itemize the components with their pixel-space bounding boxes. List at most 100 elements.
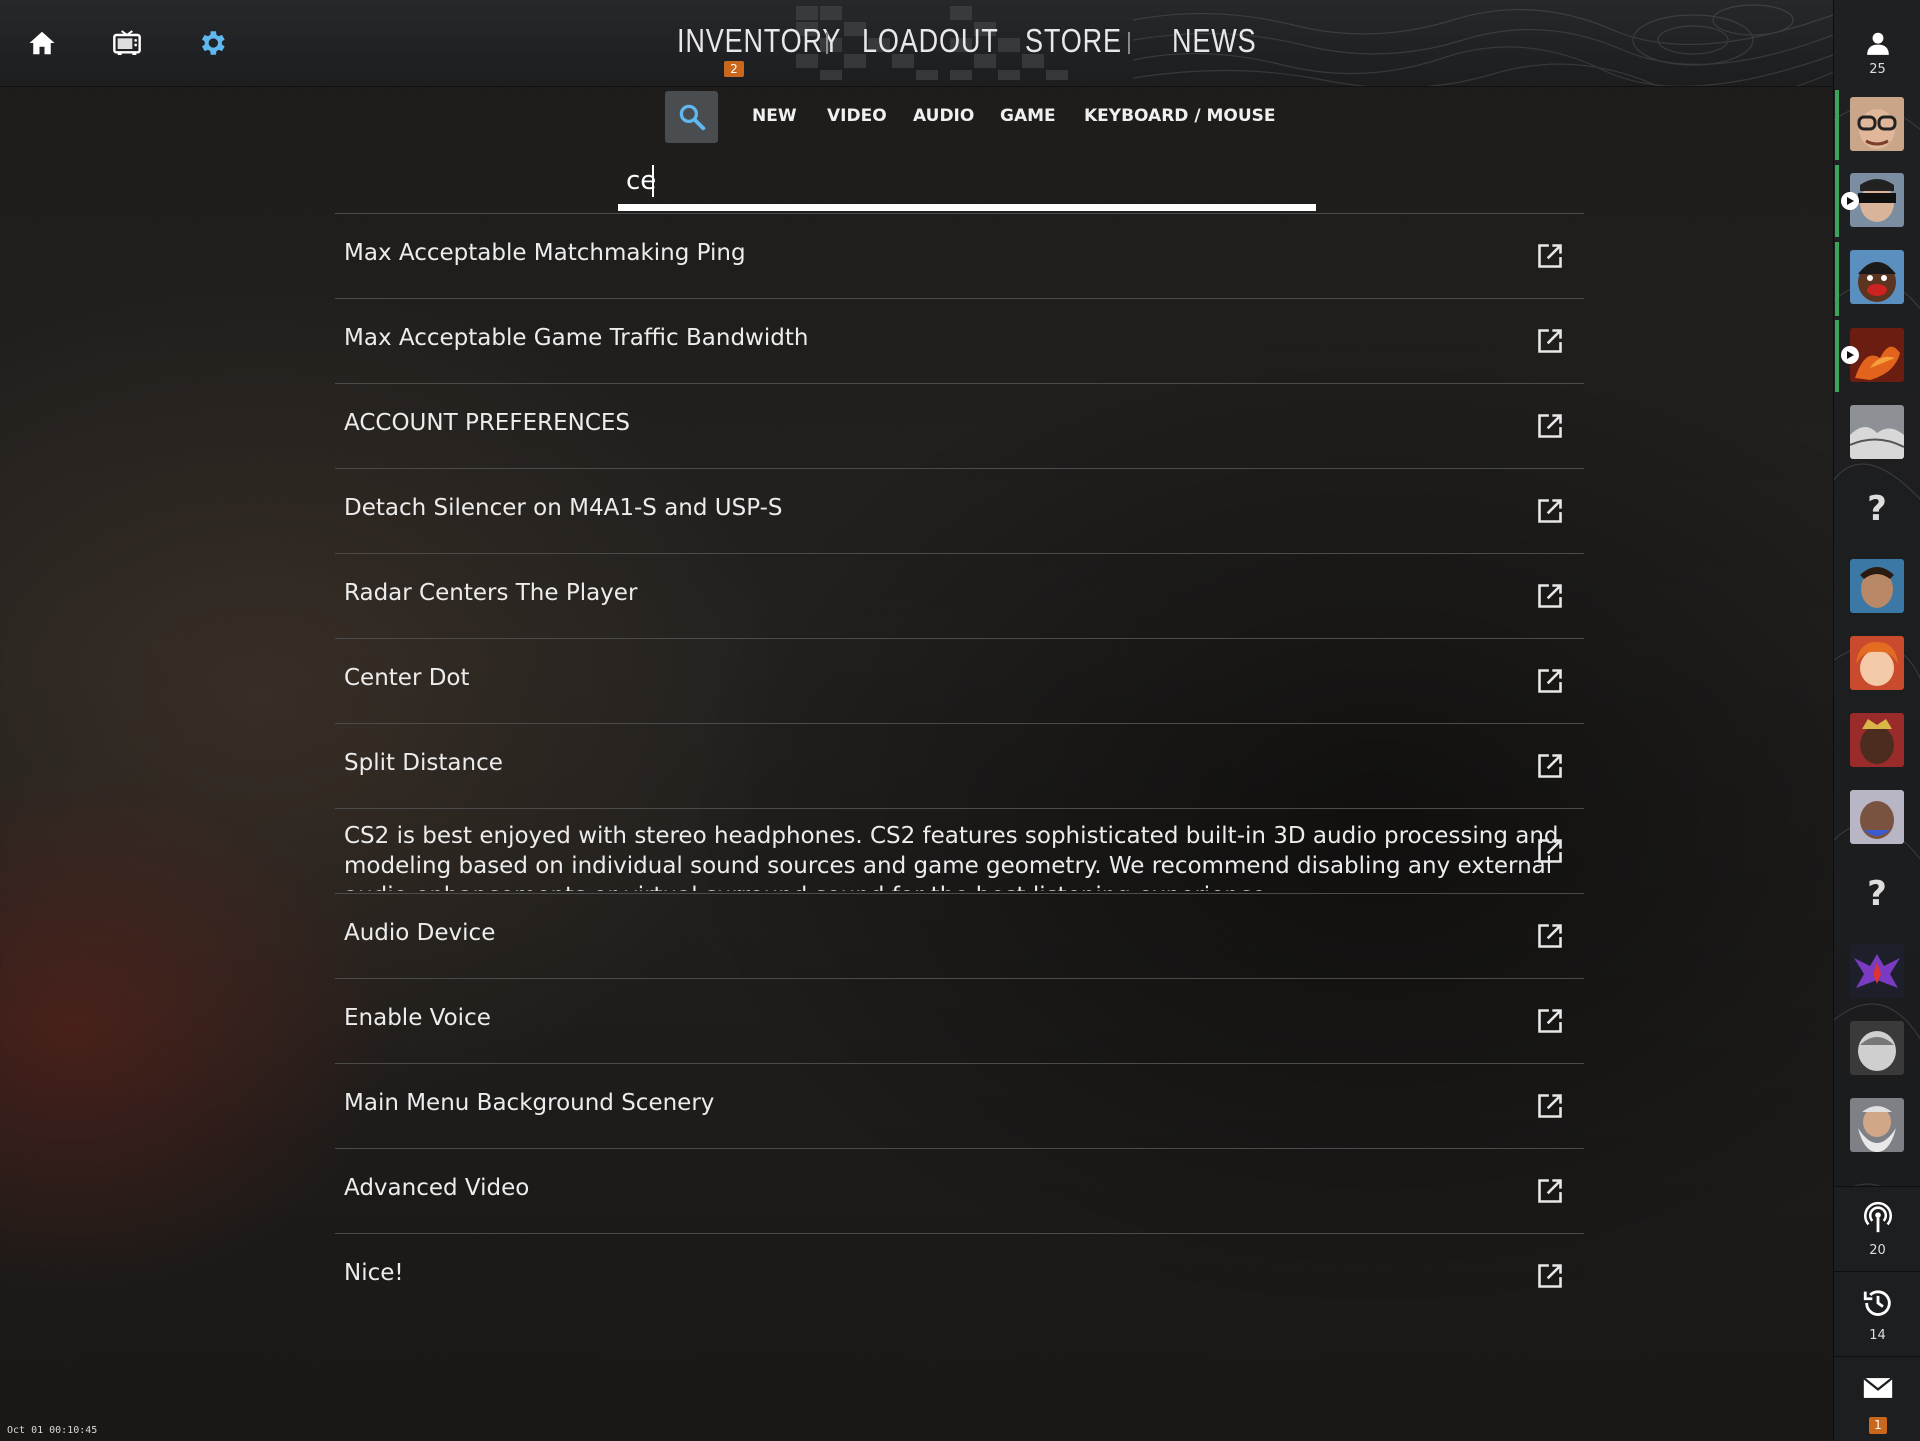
open-link-icon (1538, 584, 1562, 608)
recent-count: 14 (1869, 1328, 1886, 1343)
avatar-image (1850, 944, 1904, 998)
result-label: Max Acceptable Game Traffic Bandwidth (344, 325, 809, 351)
result-row[interactable]: Enable Voice (335, 978, 1584, 1063)
tab-new[interactable]: NEW (752, 106, 797, 126)
open-link-icon (1538, 1179, 1562, 1203)
text-cursor (652, 165, 654, 197)
tab-loadout[interactable]: LOADOUT (862, 22, 999, 60)
online-indicator (1835, 165, 1839, 237)
open-link-icon (1538, 414, 1562, 438)
open-link-icon (1538, 924, 1562, 948)
result-row[interactable]: Center Dot (335, 638, 1584, 723)
playing-indicator (1841, 192, 1859, 210)
friend-avatar[interactable] (1850, 97, 1904, 151)
search-results-list: Max Acceptable Matchmaking Ping Max Acce… (335, 213, 1584, 1318)
nav-separator (826, 32, 828, 54)
result-label: Split Distance (344, 750, 503, 776)
avatar-image (1850, 97, 1904, 151)
result-label: Advanced Video (344, 1175, 530, 1201)
open-link-icon (1538, 499, 1562, 523)
unknown-friend-avatar[interactable]: ? (1850, 482, 1904, 536)
friend-avatar[interactable] (1850, 790, 1904, 844)
result-label: Radar Centers The Player (344, 580, 638, 606)
result-row[interactable]: Max Acceptable Game Traffic Bandwidth (335, 298, 1584, 383)
mail-icon (1863, 1377, 1893, 1398)
friend-avatar[interactable] (1850, 944, 1904, 998)
open-link-icon (1538, 1264, 1562, 1288)
result-label: CS2 is best enjoyed with stereo headphon… (344, 823, 1559, 891)
open-link-icon (1538, 1009, 1562, 1033)
friend-avatar[interactable] (1850, 250, 1904, 304)
history-icon (1863, 1290, 1891, 1316)
inventory-badge: 2 (724, 61, 744, 77)
avatar-image (1850, 1021, 1904, 1075)
open-link-icon (1538, 669, 1562, 693)
result-label: Nice! (344, 1260, 404, 1286)
play-icon (1847, 351, 1854, 359)
friends-count: 25 (1869, 62, 1886, 77)
clock-readout: Oct 01 00:10:45 (7, 1425, 98, 1436)
result-row[interactable]: Nice! (335, 1233, 1584, 1318)
friend-avatar[interactable] (1850, 636, 1904, 690)
playing-indicator (1841, 346, 1859, 364)
tab-news[interactable]: NEWS (1172, 22, 1256, 60)
avatar-image (1850, 405, 1904, 459)
search-icon (679, 104, 705, 131)
mail-button[interactable]: 1 (1834, 1356, 1920, 1441)
friend-avatar[interactable] (1850, 713, 1904, 767)
open-link-icon (1538, 754, 1562, 778)
online-indicator (1835, 320, 1839, 392)
friends-button[interactable]: 25 (1834, 24, 1920, 80)
nav-separator (1128, 32, 1130, 54)
result-row[interactable]: Advanced Video (335, 1148, 1584, 1233)
result-label: Enable Voice (344, 1005, 491, 1031)
tab-video[interactable]: VIDEO (827, 106, 887, 126)
friend-avatar[interactable] (1850, 559, 1904, 613)
avatar-image (1850, 713, 1904, 767)
friend-avatar[interactable] (1850, 1098, 1904, 1152)
result-row[interactable]: ACCOUNT PREFERENCES (335, 383, 1584, 468)
tab-keyboard-mouse[interactable]: KEYBOARD / MOUSE (1084, 106, 1275, 126)
avatar-image (1850, 636, 1904, 690)
open-link-icon (1538, 329, 1562, 353)
tab-game[interactable]: GAME (1000, 106, 1056, 126)
main-navigation: INVENTORY 2 LOADOUT STORE NEWS (0, 0, 1833, 86)
result-label: Center Dot (344, 665, 470, 691)
broadcast-count: 20 (1869, 1243, 1886, 1258)
result-label: Main Menu Background Scenery (344, 1090, 715, 1116)
friends-sidebar: 25 ? ? 20 14 1 (1833, 0, 1920, 1441)
broadcast-button[interactable]: 20 (1834, 1186, 1920, 1271)
result-row[interactable]: Split Distance (335, 723, 1584, 808)
settings-search-input[interactable] (618, 158, 1316, 211)
friend-avatar[interactable] (1850, 1021, 1904, 1075)
recent-button[interactable]: 14 (1834, 1271, 1920, 1356)
person-icon (1867, 32, 1889, 55)
result-row[interactable]: Detach Silencer on M4A1-S and USP-S (335, 468, 1584, 553)
result-label: Detach Silencer on M4A1-S and USP-S (344, 495, 783, 521)
result-row[interactable]: Radar Centers The Player (335, 553, 1584, 638)
avatar-image (1850, 1098, 1904, 1152)
avatar-image (1850, 250, 1904, 304)
result-label: ACCOUNT PREFERENCES (344, 410, 631, 436)
open-link-icon (1538, 244, 1562, 268)
tab-inventory[interactable]: INVENTORY (677, 22, 841, 60)
mail-badge: 1 (1869, 1417, 1887, 1434)
unknown-friend-avatar[interactable]: ? (1850, 867, 1904, 921)
open-link-icon (1538, 1094, 1562, 1118)
tab-audio[interactable]: AUDIO (913, 106, 974, 126)
online-indicator (1835, 90, 1839, 160)
top-bar: INVENTORY 2 LOADOUT STORE NEWS (0, 0, 1833, 87)
result-row[interactable]: Main Menu Background Scenery (335, 1063, 1584, 1148)
open-link-icon (1538, 839, 1562, 863)
tab-store[interactable]: STORE (1025, 22, 1122, 60)
play-icon (1847, 197, 1854, 205)
result-label: Max Acceptable Matchmaking Ping (344, 240, 746, 266)
friend-avatar[interactable] (1850, 405, 1904, 459)
result-row[interactable]: CS2 is best enjoyed with stereo headphon… (335, 808, 1584, 893)
avatar-image (1850, 559, 1904, 613)
avatar-image (1850, 790, 1904, 844)
result-row[interactable]: Max Acceptable Matchmaking Ping (335, 213, 1584, 298)
result-row[interactable]: Audio Device (335, 893, 1584, 978)
settings-search-button[interactable] (665, 91, 718, 143)
result-label: Audio Device (344, 920, 496, 946)
